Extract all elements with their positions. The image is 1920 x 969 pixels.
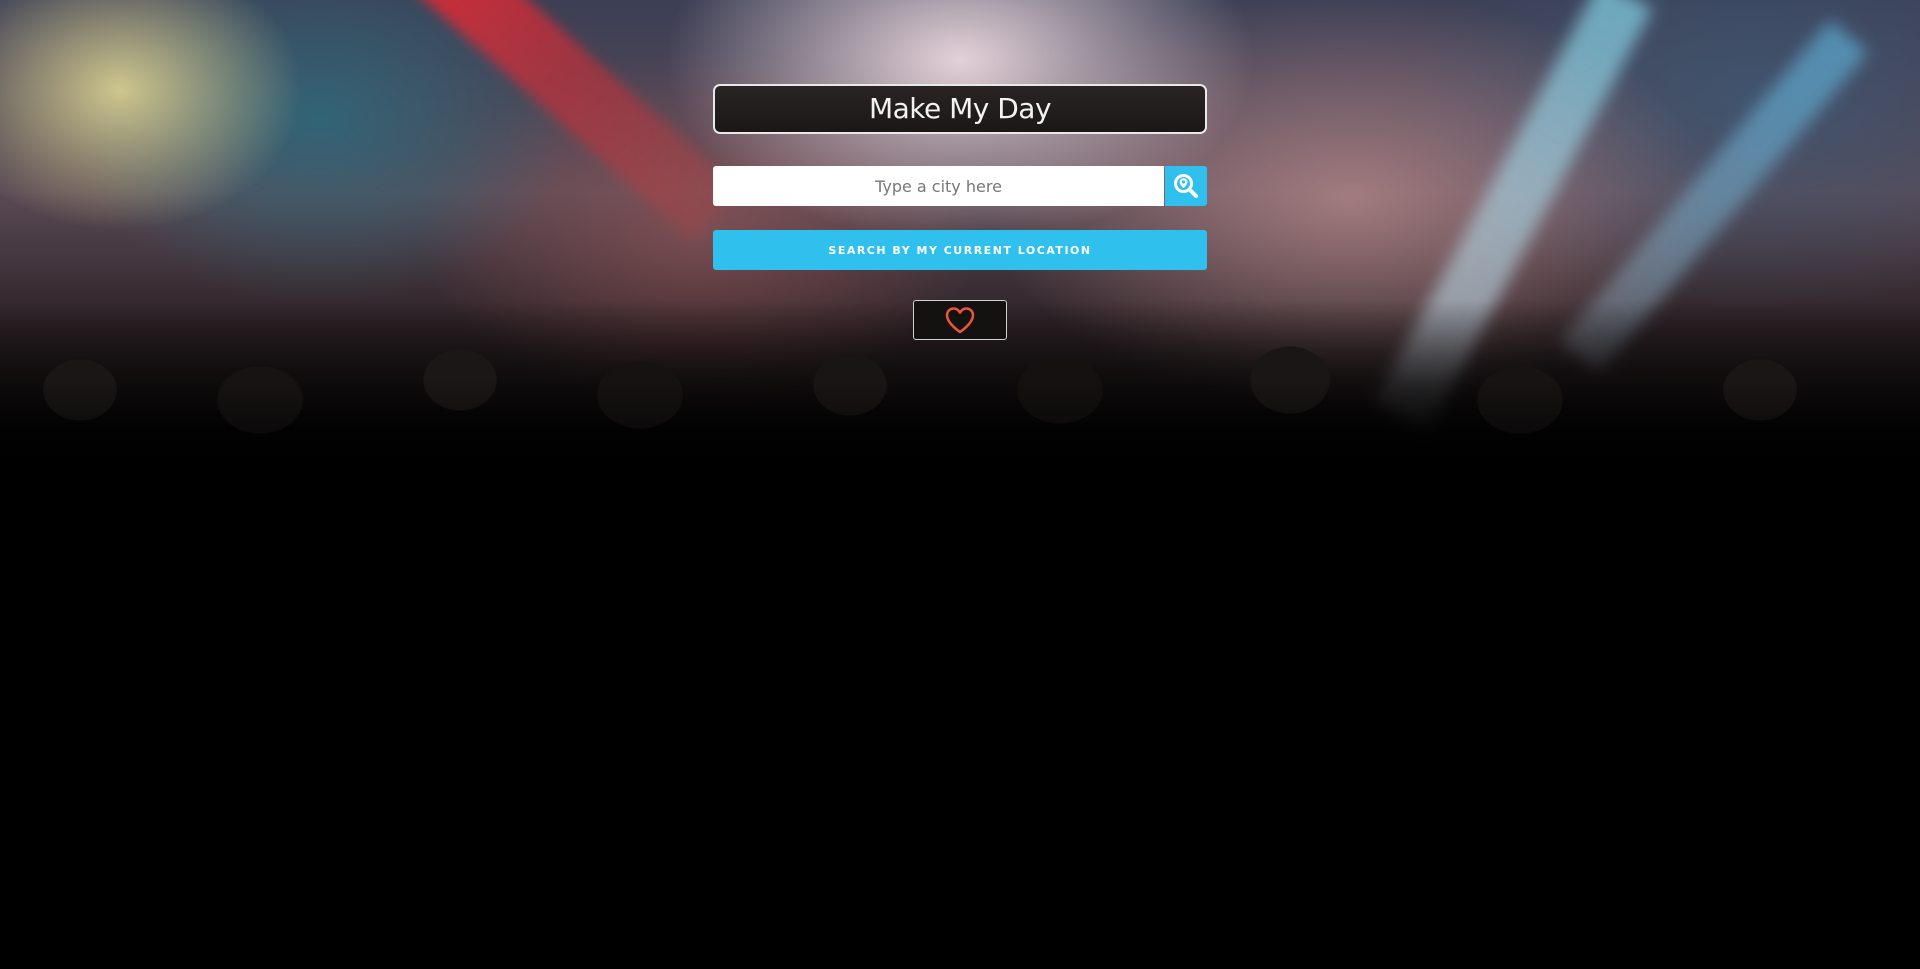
favorites-button[interactable] bbox=[913, 300, 1007, 340]
city-search-row bbox=[713, 166, 1207, 206]
stage-light-beam bbox=[380, 0, 739, 242]
background-fade bbox=[0, 380, 1920, 480]
heart-icon bbox=[945, 307, 975, 334]
search-current-location-button[interactable]: SEARCH BY MY CURRENT LOCATION bbox=[713, 230, 1207, 270]
city-search-button[interactable] bbox=[1165, 166, 1207, 206]
city-search-input[interactable] bbox=[713, 166, 1164, 206]
map-pin-search-icon bbox=[1174, 174, 1198, 198]
app-title: Make My Day bbox=[713, 84, 1207, 134]
page: Make My Day SEARCH BY MY CURRENT LOCATIO… bbox=[0, 0, 1920, 969]
